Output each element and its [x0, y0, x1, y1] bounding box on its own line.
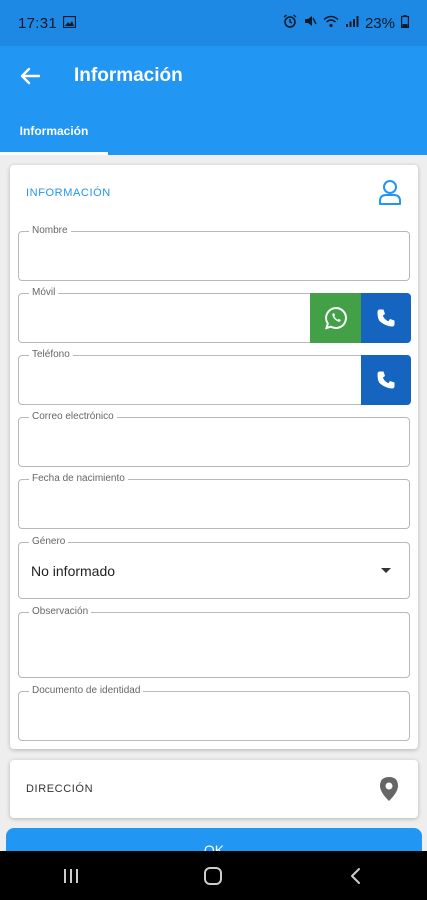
observation-input[interactable]: [19, 613, 409, 677]
tab-bar: Información: [0, 106, 427, 155]
person-icon: [378, 179, 402, 210]
arrow-left-icon: [20, 67, 40, 85]
gender-value: No informado: [31, 563, 116, 579]
nav-back-button[interactable]: [316, 851, 396, 900]
birthdate-input[interactable]: [19, 480, 409, 528]
gender-label: Género: [29, 536, 69, 547]
app-bar: Información: [0, 46, 427, 106]
call-phone-button[interactable]: [361, 355, 411, 405]
telefono-input[interactable]: [19, 356, 359, 404]
call-mobile-button[interactable]: [361, 293, 411, 343]
mute-icon: [303, 14, 317, 32]
direccion-card[interactable]: DIRECCIÓN: [10, 760, 418, 818]
observation-field[interactable]: Observación: [18, 606, 410, 678]
email-field[interactable]: Correo electrónico: [18, 411, 410, 467]
battery-percent: 23%: [364, 14, 395, 32]
home-icon: [204, 866, 223, 885]
gallery-icon: [62, 15, 77, 32]
recents-button[interactable]: [31, 851, 111, 900]
back-button[interactable]: [0, 46, 60, 106]
alarm-icon: [283, 14, 297, 32]
nombre-input[interactable]: [19, 232, 409, 280]
tab-label: Información: [19, 123, 89, 138]
gender-select[interactable]: Género No informado: [18, 536, 410, 599]
chevron-down-icon: [381, 568, 391, 573]
page-title: Información: [74, 65, 183, 86]
phone-icon: [377, 371, 395, 389]
whatsapp-icon: [324, 306, 347, 330]
email-input[interactable]: [19, 418, 409, 466]
recents-icon: [64, 868, 79, 883]
nombre-field[interactable]: Nombre: [18, 225, 410, 281]
system-nav-bar: [0, 851, 427, 900]
telefono-field[interactable]: Teléfono: [18, 349, 411, 405]
wifi-icon: [323, 15, 339, 32]
status-bar: 17:31 23%: [0, 0, 427, 46]
tab-indicator: [0, 152, 108, 155]
birthdate-field[interactable]: Fecha de nacimiento: [18, 473, 410, 529]
back-icon: [350, 867, 360, 884]
id-document-input[interactable]: [19, 692, 409, 740]
tab-informacion[interactable]: Información: [0, 106, 108, 155]
movil-field[interactable]: Móvil: [18, 287, 411, 343]
movil-input[interactable]: [19, 294, 308, 342]
id-document-field[interactable]: Documento de identidad: [18, 685, 410, 741]
home-button[interactable]: [173, 851, 253, 900]
signal-icon: [345, 15, 359, 32]
phone-icon: [377, 309, 395, 327]
status-time: 17:31: [18, 14, 58, 32]
whatsapp-button[interactable]: [310, 293, 361, 343]
direccion-title: DIRECCIÓN: [26, 783, 94, 795]
battery-icon: [401, 14, 410, 32]
info-card-title: INFORMACIÓN: [26, 187, 111, 199]
location-pin-icon: [378, 776, 400, 807]
info-card: INFORMACIÓN Nombre Móvil Teléfono Correo…: [10, 165, 418, 749]
